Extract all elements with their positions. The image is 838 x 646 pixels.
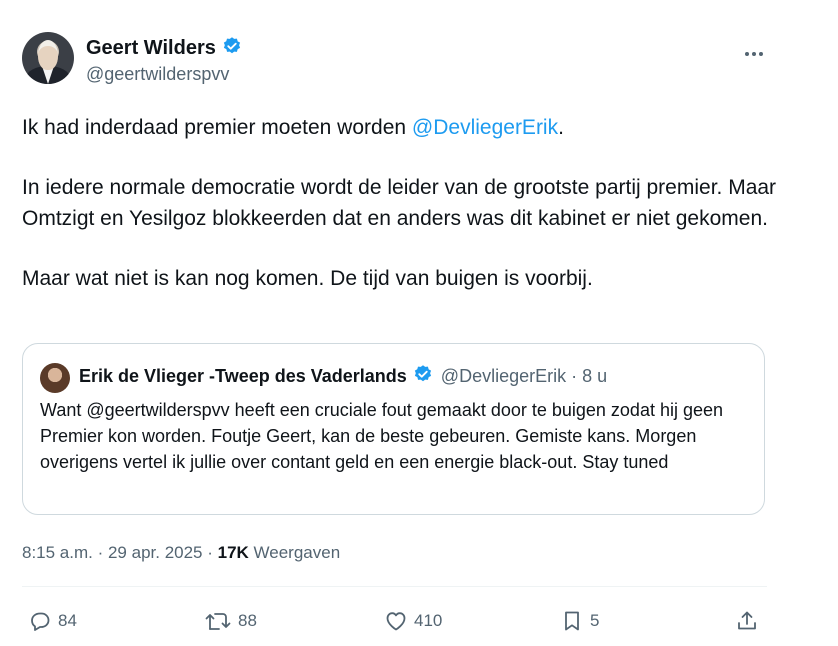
heart-icon: [384, 609, 408, 633]
quote-header: Erik de Vlieger -Tweep des Vaderlands @D…: [79, 364, 607, 389]
avatar-face: [38, 40, 58, 70]
quote-text: Want @geertwilderspvv heeft een cruciale…: [40, 400, 724, 472]
quote-display-name[interactable]: Erik de Vlieger -Tweep des Vaderlands: [79, 366, 407, 387]
mention-link[interactable]: @DevliegerErik: [412, 116, 558, 139]
tweet-meta: 8:15 a.m. · 29 apr. 2025 · 17K Weergaven: [22, 543, 340, 563]
tweet-text: Ik had inderdaad premier moeten worden @…: [22, 112, 782, 294]
author-display-name[interactable]: Geert Wilders: [86, 37, 216, 60]
more-icon[interactable]: [744, 40, 764, 63]
tweet-paragraph-1: Ik had inderdaad premier moeten worden @…: [22, 112, 782, 143]
repost-button[interactable]: 88: [204, 609, 257, 633]
reply-button[interactable]: 84: [28, 609, 77, 633]
verified-badge-icon: [222, 36, 242, 61]
bookmark-button[interactable]: 5: [560, 609, 599, 633]
tweet-line1-end: .: [558, 116, 564, 139]
quote-handle-time: @DevliegerErik · 8 u: [440, 366, 608, 386]
quoted-tweet[interactable]: Erik de Vlieger -Tweep des Vaderlands @D…: [22, 343, 765, 515]
author-handle[interactable]: @geertwilderspvv: [86, 64, 229, 85]
tweet-paragraph-2: In iedere normale democratie wordt de le…: [22, 176, 777, 230]
quote-verified-badge-icon: [413, 364, 433, 389]
share-icon: [735, 609, 759, 633]
repost-icon: [204, 609, 232, 633]
tweet-timestamp[interactable]: 8:15 a.m. · 29 apr. 2025 ·: [22, 543, 218, 562]
bookmark-icon: [560, 609, 584, 633]
share-button[interactable]: [735, 609, 759, 633]
like-count: 410: [414, 611, 443, 630]
divider: [22, 586, 767, 587]
like-button[interactable]: 410: [384, 609, 442, 633]
reply-icon: [28, 609, 52, 633]
repost-count: 88: [238, 611, 257, 630]
author-name-row: Geert Wilders: [86, 36, 242, 61]
bookmark-count: 5: [590, 611, 600, 630]
reply-count: 84: [58, 611, 77, 630]
views-count: 17K: [217, 543, 249, 562]
views-label: Weergaven: [248, 543, 341, 562]
tweet-line1-text: Ik had inderdaad premier moeten worden: [22, 116, 412, 139]
tweet-paragraph-3: Maar wat niet is kan nog komen. De tijd …: [22, 267, 593, 290]
author-avatar[interactable]: [22, 32, 74, 84]
quote-author-avatar[interactable]: [40, 363, 70, 393]
